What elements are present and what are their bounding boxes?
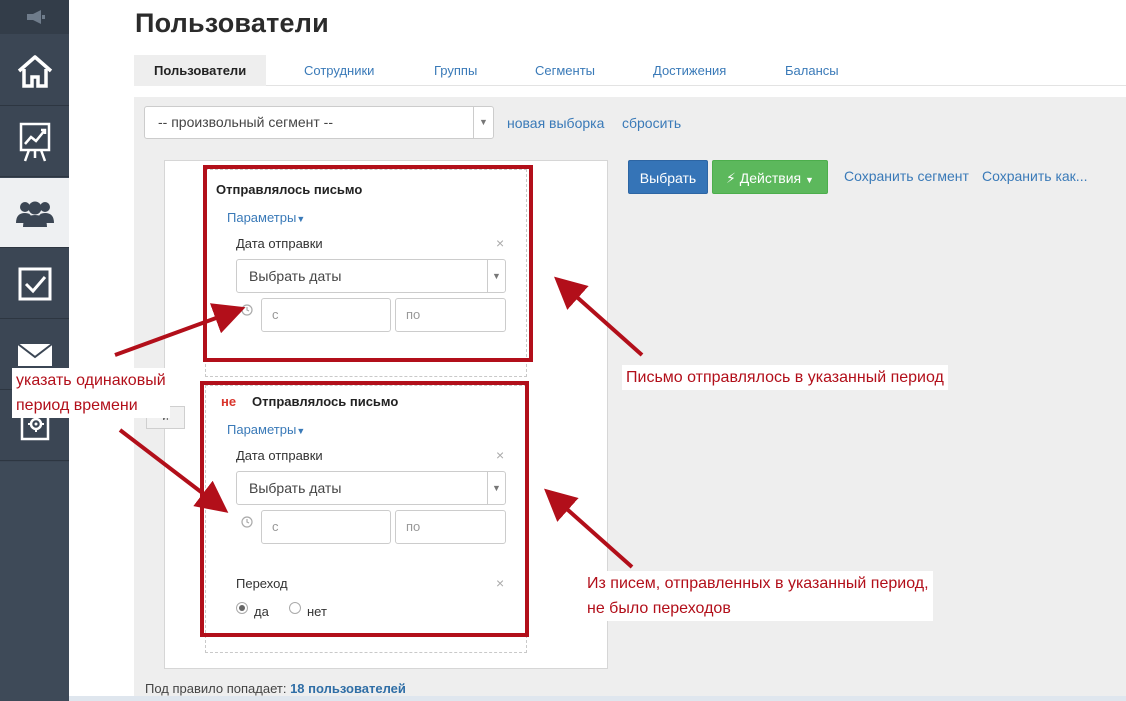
- chevron-down-icon: ▼: [473, 107, 493, 138]
- annotation-right-top: Письмо отправлялось в указанный период: [622, 365, 948, 390]
- users-icon: [15, 201, 54, 227]
- segment-select-value: -- произвольный сегмент --: [158, 114, 333, 130]
- tab-users[interactable]: Пользователи: [134, 55, 267, 86]
- sidebar-item-home[interactable]: [0, 36, 69, 106]
- page-title: Пользователи: [135, 8, 329, 38]
- rule-match-summary: Под правило попадает: 18 пользователей: [145, 681, 406, 696]
- megaphone-icon[interactable]: [25, 10, 45, 24]
- annotation-left-line2: период времени: [16, 397, 138, 414]
- sidebar: [0, 0, 69, 701]
- reset-link[interactable]: сбросить: [622, 115, 681, 131]
- home-icon: [17, 54, 52, 88]
- rule-match-prefix: Под правило попадает:: [145, 681, 287, 696]
- sidebar-bottom: [0, 462, 69, 701]
- sidebar-top: [0, 0, 69, 34]
- tab-balances[interactable]: Балансы: [785, 55, 839, 86]
- annotation-right-bottom: Из писем, отправленных в указанный перио…: [583, 571, 933, 621]
- save-as-link[interactable]: Сохранить как...: [982, 168, 1087, 184]
- segment-select[interactable]: -- произвольный сегмент -- ▼: [144, 106, 494, 139]
- highlight-box-2: [200, 381, 529, 637]
- sidebar-item-users[interactable]: [0, 178, 69, 248]
- annotation-left-line1: указать одинаковый: [16, 372, 166, 389]
- caret-down-icon: ▼: [805, 175, 814, 185]
- sidebar-item-analytics[interactable]: [0, 107, 69, 177]
- choose-button[interactable]: Выбрать: [628, 160, 708, 194]
- checkbox-icon: [18, 267, 51, 300]
- actions-dropdown-button[interactable]: ⚡ Действия ▼: [712, 160, 828, 194]
- tab-groups[interactable]: Группы: [434, 55, 477, 86]
- rule-match-count[interactable]: 18 пользователей: [290, 681, 406, 696]
- sidebar-item-tasks[interactable]: [0, 249, 69, 319]
- actions-button-label: Действия: [739, 170, 802, 186]
- lightning-icon: ⚡: [726, 170, 736, 186]
- highlight-box-1: [203, 165, 533, 362]
- new-selection-link[interactable]: новая выборка: [507, 115, 604, 131]
- tab-segments[interactable]: Сегменты: [535, 55, 595, 86]
- tab-achievements[interactable]: Достижения: [653, 55, 726, 86]
- save-segment-link[interactable]: Сохранить сегмент: [844, 168, 969, 184]
- tab-employees[interactable]: Сотрудники: [304, 55, 374, 86]
- mail-icon: [16, 342, 53, 366]
- tabs-bar: Пользователи Сотрудники Группы Сегменты …: [134, 55, 1126, 86]
- bottom-strip: [69, 696, 1126, 701]
- annotation-right-bottom-line1: Из писем, отправленных в указанный перио…: [587, 575, 929, 592]
- chart-board-icon: [19, 122, 50, 161]
- annotation-left: указать одинаковый период времени: [12, 368, 170, 418]
- annotation-right-bottom-line2: не было переходов: [587, 600, 731, 617]
